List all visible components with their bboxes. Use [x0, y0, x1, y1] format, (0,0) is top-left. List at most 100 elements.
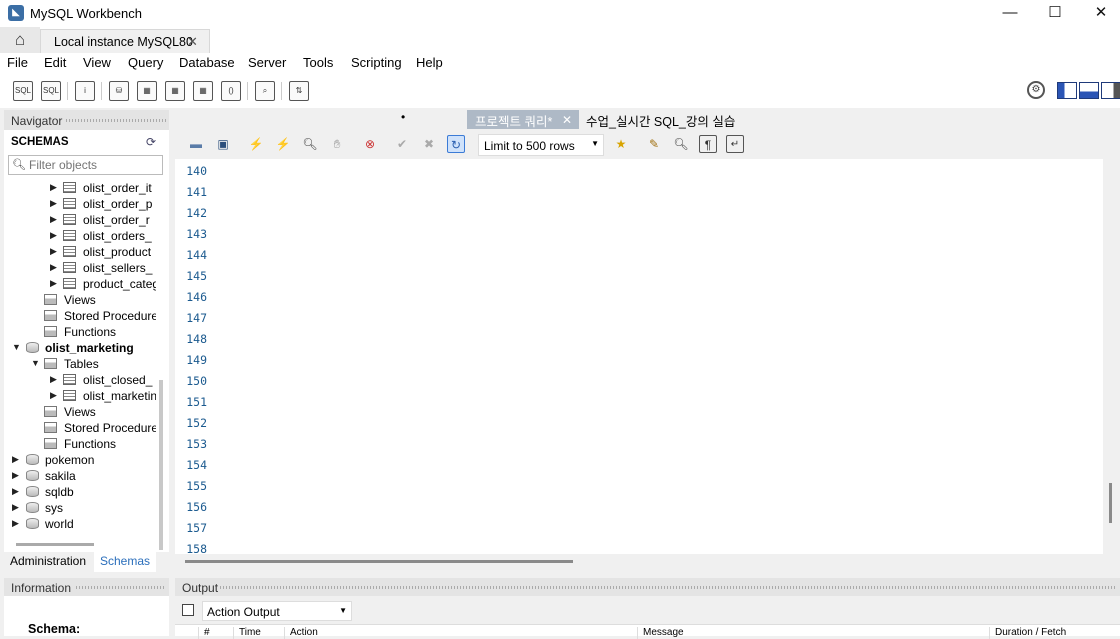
filter-objects-input[interactable] [29, 158, 159, 172]
tree-item[interactable]: ▶ olist_order_p [4, 196, 156, 212]
tree-item[interactable]: ▶ olist_marketin [4, 388, 156, 404]
menu-tools[interactable]: Tools [303, 55, 333, 70]
tab-query-active[interactable]: 프로젝트 쿼리* ✕ [467, 110, 579, 129]
create-view-icon[interactable]: ▦ [165, 81, 185, 101]
explain-icon[interactable]: 🔍︎ [301, 135, 319, 153]
expand-arrow-icon[interactable]: ▶ [50, 198, 57, 209]
tree-item[interactable]: ▶ olist_product [4, 244, 156, 260]
filter-box[interactable]: 🔍︎ [8, 155, 163, 175]
tree-item[interactable]: Stored Procedure [4, 308, 156, 324]
tree-item[interactable]: ▶ sys [4, 500, 156, 516]
tree-item[interactable]: Functions [4, 436, 156, 452]
toggle-continue-on-error-icon[interactable]: ⊗ [361, 135, 379, 153]
create-schema-icon[interactable]: ⛁ [109, 81, 129, 101]
inspector-icon[interactable]: i [75, 81, 95, 101]
expand-arrow-icon[interactable]: ▶ [12, 454, 19, 465]
create-procedure-icon[interactable]: ▦ [193, 81, 213, 101]
tree-item[interactable]: ▶ olist_orders_ [4, 228, 156, 244]
toggle-output-panel-icon[interactable] [1079, 82, 1099, 99]
beautify-icon[interactable]: ✎ [645, 135, 663, 153]
wrap-lines-icon[interactable]: ↵ [726, 135, 744, 153]
navigator-scrollbar[interactable] [159, 380, 163, 550]
tree-item[interactable]: ▶ olist_closed_ [4, 372, 156, 388]
menu-query[interactable]: Query [128, 55, 163, 70]
sql-editor[interactable]: 140 141 142 143 144 145 146 147 148 149 … [175, 159, 1103, 554]
expand-arrow-icon[interactable]: ▶ [50, 182, 57, 193]
tree-item[interactable]: ▶ sakila [4, 468, 156, 484]
connection-tab[interactable]: Local instance MySQL80 ✕ [40, 29, 210, 53]
menu-edit[interactable]: Edit [44, 55, 66, 70]
scrollbar-thumb[interactable] [185, 560, 573, 563]
tree-item[interactable]: ▼ Tables [4, 356, 156, 372]
column-header[interactable]: Duration / Fetch [989, 627, 1066, 639]
rollback-icon[interactable]: ✖ [420, 135, 438, 153]
tree-item[interactable]: Views [4, 404, 156, 420]
close-tab-icon[interactable]: ✕ [187, 34, 198, 50]
column-header[interactable]: Time [233, 627, 261, 639]
menu-database[interactable]: Database [179, 55, 235, 70]
search-table-data-icon[interactable]: ⌕ [255, 81, 275, 101]
save-icon[interactable]: ▣ [214, 135, 232, 153]
add-snippet-star-icon[interactable]: ★ [612, 135, 630, 153]
execute-current-statement-icon[interactable]: ⚡ [274, 135, 292, 153]
find-icon[interactable]: 🔍︎ [672, 135, 690, 153]
reconnect-icon[interactable]: ⇅ [289, 81, 309, 101]
open-sql-script-icon[interactable]: SQL [41, 81, 61, 101]
maximize-button[interactable]: ☐ [1032, 0, 1078, 27]
expand-arrow-icon[interactable]: ▶ [12, 470, 19, 481]
minimize-button[interactable]: — [987, 0, 1033, 27]
create-function-icon[interactable]: () [221, 81, 241, 101]
menu-view[interactable]: View [83, 55, 111, 70]
tab-administration[interactable]: Administration [4, 552, 92, 572]
tree-item[interactable]: ▶ world [4, 516, 156, 532]
tree-item[interactable]: Stored Procedure [4, 420, 156, 436]
editor-vertical-scrollbar[interactable] [1109, 483, 1112, 523]
expand-arrow-icon[interactable]: ▶ [50, 230, 57, 241]
close-tab-icon[interactable]: ✕ [562, 113, 572, 127]
collapse-arrow-icon[interactable]: ▼ [12, 342, 21, 352]
expand-arrow-icon[interactable]: ▶ [50, 246, 57, 257]
tree-item[interactable]: ▶ product_categ [4, 276, 156, 292]
tree-item[interactable]: Views [4, 292, 156, 308]
tree-item[interactable]: ▼ olist_marketing [4, 340, 156, 356]
close-button[interactable]: ✕ [1078, 0, 1120, 27]
tab-schemas[interactable]: Schemas [94, 552, 157, 572]
open-file-icon[interactable]: ▬ [187, 135, 205, 153]
limit-rows-select[interactable]: Limit to 500 rows ▼ [478, 134, 604, 156]
toggle-sidebar-icon[interactable] [1057, 82, 1077, 99]
expand-arrow-icon[interactable]: ▶ [50, 390, 57, 401]
collapse-arrow-icon[interactable]: ▼ [31, 358, 40, 368]
tree-item[interactable]: ▶ pokemon [4, 452, 156, 468]
menu-scripting[interactable]: Scripting [351, 55, 402, 70]
new-sql-tab-icon[interactable]: SQL [13, 81, 33, 101]
column-header[interactable]: # [198, 627, 210, 639]
column-header[interactable]: Message [637, 627, 684, 639]
menu-help[interactable]: Help [416, 55, 443, 70]
copy-icon[interactable] [182, 604, 194, 616]
invisible-characters-icon[interactable]: ¶ [699, 135, 717, 153]
tree-item[interactable]: ▶ sqldb [4, 484, 156, 500]
menu-server[interactable]: Server [248, 55, 286, 70]
tree-item[interactable]: ▶ olist_order_r [4, 212, 156, 228]
expand-arrow-icon[interactable]: ▶ [50, 262, 57, 273]
home-icon[interactable]: ⌂ [0, 27, 40, 53]
toggle-secondary-sidebar-icon[interactable] [1101, 82, 1120, 99]
expand-arrow-icon[interactable]: ▶ [50, 374, 57, 385]
expand-arrow-icon[interactable]: ▶ [50, 278, 57, 289]
toggle-autocommit-icon[interactable]: ↻ [447, 135, 465, 153]
tree-item[interactable]: ▶ olist_order_it [4, 180, 156, 196]
create-table-icon[interactable]: ▦ [137, 81, 157, 101]
execute-icon[interactable]: ⚡ [247, 135, 265, 153]
column-header[interactable]: Action [284, 627, 318, 639]
navigator-horizontal-scrollbar[interactable] [16, 543, 94, 546]
refresh-icon[interactable]: ⟳ [146, 135, 156, 149]
stop-icon[interactable]: ✋︎ [328, 135, 346, 153]
tree-item[interactable]: ▶ olist_sellers_ [4, 260, 156, 276]
tab-query-other[interactable]: 수업_실시간 SQL_강의 실습 [586, 111, 735, 130]
expand-arrow-icon[interactable]: ▶ [12, 486, 19, 497]
expand-arrow-icon[interactable]: ▶ [12, 502, 19, 513]
editor-horizontal-scrollbar[interactable] [175, 556, 1103, 568]
gear-icon[interactable]: ⚙ [1027, 81, 1045, 99]
menu-file[interactable]: File [7, 55, 28, 70]
expand-arrow-icon[interactable]: ▶ [50, 214, 57, 225]
